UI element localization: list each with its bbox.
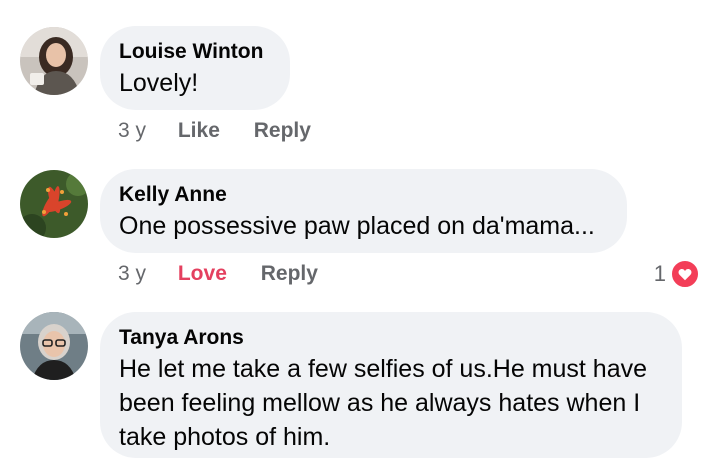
comment-bubble: Tanya Arons He let me take a few selfies… — [100, 312, 682, 458]
comment-bubble: Louise Winton Lovely! — [100, 26, 290, 110]
comment-text: Lovely! — [119, 69, 199, 97]
love-button[interactable]: Love — [178, 260, 227, 288]
reaction-summary[interactable]: 1 — [654, 259, 700, 289]
comment-actions: 3 y Love Reply — [118, 260, 346, 288]
comment-bubble: Kelly Anne One possessive paw placed on … — [100, 169, 627, 253]
comment-author[interactable]: Tanya Arons — [119, 324, 662, 352]
comment-timestamp[interactable]: 3 y — [118, 260, 146, 288]
avatar-photo-icon — [20, 27, 88, 95]
like-button[interactable]: Like — [178, 117, 220, 145]
reply-button[interactable]: Reply — [254, 117, 311, 145]
reaction-count: 1 — [653, 261, 666, 286]
comment-tanya-arons: Tanya Arons He let me take a few selfies… — [0, 300, 720, 460]
comment-louise-winton: Louise Winton Lovely! 3 y Like Reply — [0, 0, 720, 150]
avatar-photo-icon — [20, 312, 88, 380]
comment-author[interactable]: Louise Winton — [119, 38, 270, 66]
comment-text: One possessive paw placed on da'mama... — [119, 212, 595, 240]
reply-button[interactable]: Reply — [261, 260, 318, 288]
comment-timestamp[interactable]: 3 y — [118, 117, 146, 145]
avatar[interactable] — [20, 170, 88, 238]
heart-icon — [670, 259, 700, 289]
comment-actions: 3 y Like Reply — [118, 117, 339, 145]
comment-kelly-anne: Kelly Anne One possessive paw placed on … — [0, 150, 720, 300]
comment-text-line: He let me take a few selfies of us.He mu… — [119, 355, 648, 383]
comment-text-line: been feeling mellow as he always hates w… — [119, 389, 641, 417]
comment-text-line: take photos of him. — [119, 423, 331, 451]
avatar[interactable] — [20, 27, 88, 95]
comment-author[interactable]: Kelly Anne — [119, 181, 607, 209]
avatar[interactable] — [20, 312, 88, 380]
avatar-photo-icon — [20, 170, 88, 238]
